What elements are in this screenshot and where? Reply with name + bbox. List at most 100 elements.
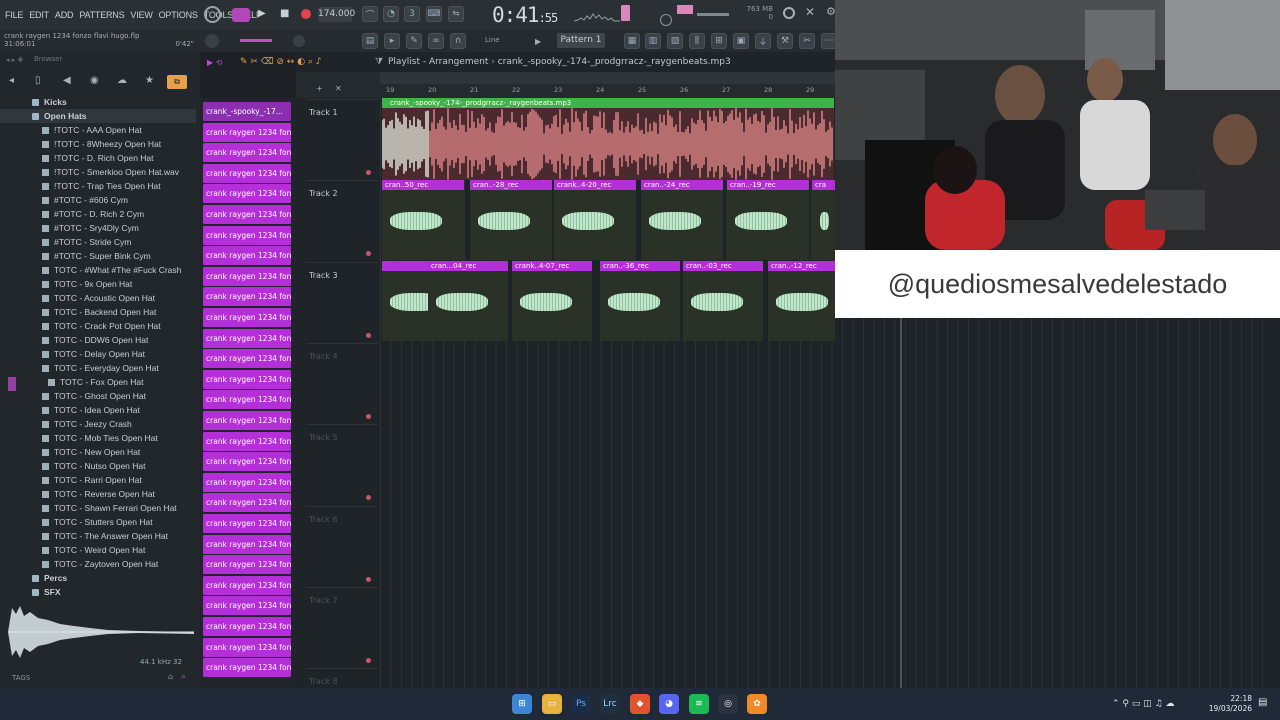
globe-icon[interactable]: ◉ — [90, 75, 99, 86]
browser-file[interactable]: TOTC - Idea Open Hat — [0, 403, 196, 417]
playlist-icon[interactable]: ▦ — [624, 33, 640, 49]
midi-icon[interactable] — [660, 14, 672, 26]
menu-patterns[interactable]: PATTERNS — [79, 10, 124, 20]
browser-icon[interactable]: ⊞ — [711, 33, 727, 49]
browser-file[interactable]: TOTC - Everyday Open Hat — [0, 361, 196, 375]
photoshop-icon[interactable]: Ps — [571, 694, 591, 714]
audio-clip-header[interactable]: cra — [812, 180, 835, 190]
channel-button[interactable]: crank raygen 1234 fonzo... — [203, 617, 291, 636]
track-header[interactable]: Track 4 — [306, 342, 378, 423]
channel-button[interactable]: crank raygen 1234 fonzo... — [203, 163, 291, 183]
browser-file[interactable]: TOTC - The Answer Open Hat — [0, 529, 196, 543]
star-icon[interactable]: ★ — [145, 75, 154, 86]
channel-rack-icon[interactable]: ▧ — [667, 33, 683, 49]
track-header[interactable]: Track 1 — [306, 99, 378, 179]
piano-roll-icon[interactable]: ▥ — [645, 33, 661, 49]
audio-clip-header[interactable]: cran..-24_rec — [641, 180, 723, 190]
channel-button[interactable]: crank raygen 1234 fonzo... — [203, 658, 291, 678]
master-volume-knob[interactable] — [293, 35, 305, 47]
discord-icon[interactable]: ◕ — [659, 694, 679, 714]
refresh-icon[interactable] — [783, 7, 795, 19]
step-edit-icon[interactable]: ⌨ — [426, 6, 442, 22]
obs-icon[interactable]: ◎ — [718, 694, 738, 714]
tray-tools[interactable]: ⌃ ⚲ ▭ ◫ ♫ ☁ — [1112, 699, 1175, 709]
channel-button[interactable]: crank raygen 1234 fonzo... — [203, 349, 291, 369]
track-mute-led[interactable] — [366, 413, 371, 419]
stop-icon[interactable]: ■ — [280, 8, 289, 19]
track-mute-led[interactable] — [366, 657, 371, 663]
track-mute-led[interactable] — [366, 332, 371, 338]
spotify-icon[interactable]: ≋ — [689, 694, 709, 714]
pattern-song-toggle[interactable] — [232, 8, 250, 22]
browser-folder[interactable]: SFX — [0, 585, 196, 599]
channel-button[interactable]: crank raygen 1234 fonzo... — [203, 184, 291, 204]
browser-file[interactable]: !TOTC - D. Rich Open Hat — [0, 151, 196, 165]
blend-notes-icon[interactable]: ⇋ — [448, 6, 464, 22]
browser-file[interactable]: #TOTC - Sry4Dly Cym — [0, 221, 196, 235]
browser-mode-icon[interactable]: ⧉ — [167, 75, 187, 89]
menu-options[interactable]: OPTIONS — [159, 10, 198, 20]
browser-file[interactable]: #TOTC - Stride Cym — [0, 235, 196, 249]
channel-button[interactable]: crank raygen 1234 fonzo... — [203, 246, 291, 266]
cloud-icon[interactable]: ☁ — [117, 75, 127, 86]
playlist-scrollbar[interactable] — [380, 72, 835, 84]
browser-file[interactable]: TOTC - Nutso Open Hat — [0, 459, 196, 473]
browser-file[interactable]: TOTC - Reverse Open Hat — [0, 487, 196, 501]
master-volume-slider[interactable] — [697, 13, 729, 16]
track-mute-led[interactable] — [366, 576, 371, 582]
tempo-display[interactable]: 174.000 — [318, 7, 355, 22]
audio-clip-header[interactable]: crank..4-20_rec — [554, 180, 636, 190]
browser-file[interactable]: #TOTC - D. Rich 2 Cym — [0, 207, 196, 221]
browser-file[interactable]: !TOTC - 8Wheezy Open Hat — [0, 137, 196, 151]
browser-file[interactable]: TOTC - Ghost Open Hat — [0, 389, 196, 403]
browser-file[interactable]: TOTC - Delay Open Hat — [0, 347, 196, 361]
browser-file[interactable]: TOTC - Crack Pot Open Hat — [0, 319, 196, 333]
audio-clip-header[interactable]: cran..-28_rec — [470, 180, 552, 190]
collapse-icon[interactable]: ◀ — [63, 75, 71, 86]
audio-clip-header[interactable]: cran..-36_rec — [600, 261, 680, 271]
play-icon[interactable]: ▶ — [258, 8, 266, 19]
file-explorer-icon[interactable]: ▭ — [542, 694, 562, 714]
record-icon[interactable] — [301, 9, 311, 19]
audio-clip-header[interactable]: crank_-spooky_-174-_prodgrracz-_raygenbe… — [382, 98, 834, 108]
browser-file[interactable]: TOTC - DDW6 Open Hat — [0, 333, 196, 347]
menu-edit[interactable]: EDIT — [29, 10, 49, 20]
audio-clip-header[interactable]: cran..-12_rec — [768, 261, 835, 271]
pattern-selector[interactable]: Pattern 1 — [557, 33, 605, 48]
channel-button[interactable]: crank raygen 1234 fonzo... — [203, 555, 291, 575]
browser-file[interactable]: #TOTC - #606 Cym — [0, 193, 196, 207]
notification-icon[interactable]: ▤ — [1258, 697, 1267, 708]
playlist-tools[interactable]: ✎ ✂ ⌫ ⊘ ↔ ◐ ⌕ ♪ — [240, 57, 322, 67]
browser-file[interactable]: #TOTC - Super Bink Cym — [0, 249, 196, 263]
pattern-prev-icon[interactable]: ▶ — [535, 37, 541, 46]
mixer-icon[interactable]: ▤ — [362, 33, 378, 49]
channel-button[interactable]: crank raygen 1234 fonzo... — [203, 637, 291, 657]
close-icon[interactable]: ✕ — [805, 5, 815, 19]
channel-button[interactable]: crank raygen 1234 fonzo... — [203, 452, 291, 472]
browser-folder[interactable]: Kicks — [0, 95, 196, 109]
channel-button[interactable]: crank raygen 1234 fonzo... — [203, 308, 291, 327]
brave-icon[interactable]: ◆ — [630, 694, 650, 714]
channel-button[interactable]: crank raygen 1234 fonzo... — [203, 390, 291, 410]
master-pitch-knob[interactable] — [205, 34, 219, 48]
channel-button[interactable]: crank raygen 1234 fonzo... — [203, 431, 291, 451]
channel-button[interactable]: crank raygen 1234 fonzo... — [203, 472, 291, 492]
clock[interactable]: 22:18 19/03/2026 — [1204, 694, 1252, 714]
fl-studio-icon[interactable]: ✿ — [747, 694, 767, 714]
menu-file[interactable]: FILE — [5, 10, 23, 20]
file-icon[interactable]: ▯ — [35, 75, 41, 86]
channel-button[interactable]: crank raygen 1234 fonzo... — [203, 369, 291, 389]
scroll-marker[interactable] — [8, 377, 16, 391]
play-mode-icon[interactable]: ▶ ⟲ — [207, 58, 222, 67]
channel-button[interactable]: crank raygen 1234 fonzo... — [203, 575, 291, 595]
channel-button[interactable]: crank raygen 1234 fonzo... — [203, 225, 291, 245]
mixer-view-icon[interactable]: ⫼ — [689, 33, 705, 49]
search-icon[interactable]: ⌕ — [181, 672, 186, 682]
track-header[interactable]: Track 3 — [306, 261, 378, 342]
channel-button[interactable]: crank raygen 1234 fonzo... — [203, 287, 291, 307]
track-header[interactable]: Track 7 — [306, 586, 378, 667]
browser-file[interactable]: !TOTC - Trap Ties Open Hat — [0, 179, 196, 193]
browser-folder[interactable]: Open Hats — [0, 109, 196, 123]
pencil-icon[interactable]: ✎ — [406, 33, 422, 49]
master-pitch-slider[interactable] — [240, 39, 272, 42]
